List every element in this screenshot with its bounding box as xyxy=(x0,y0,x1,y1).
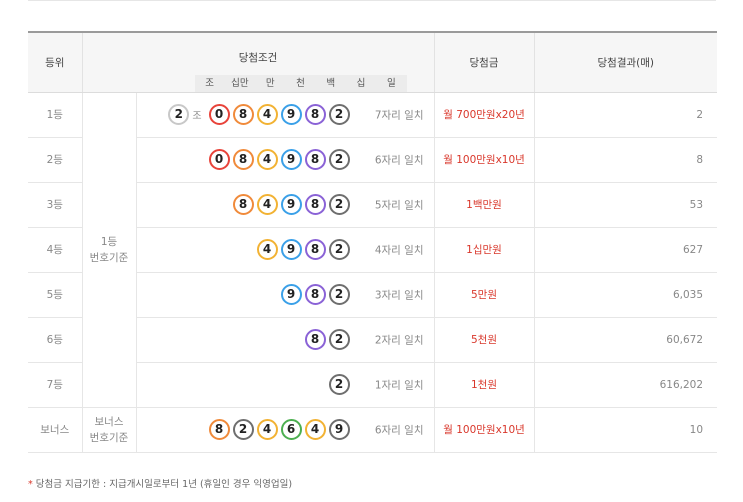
prize-cell: 월 700만원x20년 xyxy=(434,92,535,138)
match-label: 6자리 일치 xyxy=(374,424,424,436)
digit-label: 백 xyxy=(326,78,336,89)
number-ball: 4 xyxy=(256,239,278,260)
number-ball: 4 xyxy=(256,149,278,170)
match-label: 6자리 일치 xyxy=(374,154,424,166)
prize-cell: 5만원 xyxy=(434,272,535,318)
number-ball: 9 xyxy=(328,419,350,440)
header-rank: 등위 xyxy=(28,32,83,93)
number-ball: 2 xyxy=(328,329,350,350)
winner-count-cell: 2 xyxy=(534,92,718,138)
match-label: 1자리 일치 xyxy=(374,379,424,391)
number-ball: 2 xyxy=(328,374,350,395)
number-ball: 8 xyxy=(304,284,326,305)
winner-count-cell: 6,035 xyxy=(534,272,718,318)
rank-cell: 4등 xyxy=(28,227,83,273)
number-ball: 4 xyxy=(256,419,278,440)
winning-numbers-cell: 8 4 9 8 2 5자리 일치 xyxy=(136,182,435,228)
header-result: 당첨결과(매) xyxy=(534,32,718,93)
rank-cell: 5등 xyxy=(28,272,83,318)
top-divider xyxy=(28,0,716,1)
table-body: 1등 1등 번호기준 2 조 0 8 4 9 8 2 7자리 일치 월 700만원x20년 2 2등 0 8 4 9… xyxy=(28,92,718,453)
number-ball: 8 xyxy=(304,329,326,350)
winner-count-cell: 53 xyxy=(534,182,718,228)
digit-position-header: 조 십만 만 천 백 십 일 xyxy=(194,75,407,92)
header-condition-label: 당첨조건 xyxy=(238,51,278,64)
table-row: 보너스 보너스 번호기준 8 2 4 6 4 9 6자리 일치 월 100만원x10년 10 xyxy=(28,407,718,453)
match-label: 5자리 일치 xyxy=(374,199,424,211)
number-ball: 2 xyxy=(328,239,350,260)
number-ball: 2 xyxy=(328,284,350,305)
header-condition: 당첨조건 조 십만 만 천 백 십 일 xyxy=(82,32,435,93)
jo-label: 조 xyxy=(192,111,202,122)
match-label: 3자리 일치 xyxy=(374,289,424,301)
digit-label: 십 xyxy=(356,78,366,89)
prize-cell: 월 100만원x10년 xyxy=(434,407,535,453)
match-label: 2자리 일치 xyxy=(374,334,424,346)
winning-numbers-cell: 8 2 4 6 4 9 6자리 일치 xyxy=(136,407,435,453)
number-ball: 2 xyxy=(328,104,350,125)
number-ball: 4 xyxy=(304,419,326,440)
digit-label: 일 xyxy=(386,78,396,89)
winner-count-cell: 60,672 xyxy=(534,317,718,363)
winner-count-cell: 10 xyxy=(534,407,718,453)
prize-table: 등위 당첨조건 조 십만 만 천 백 십 일 당첨금 당첨결과(매) 1등 1등… xyxy=(28,31,718,453)
number-ball: 9 xyxy=(280,104,302,125)
number-ball: 8 xyxy=(232,194,254,215)
number-ball: 2 xyxy=(328,149,350,170)
digit-label: 천 xyxy=(296,78,305,89)
number-ball: 8 xyxy=(208,419,230,440)
number-ball: 9 xyxy=(280,284,302,305)
number-ball: 8 xyxy=(304,149,326,170)
number-ball: 8 xyxy=(304,239,326,260)
match-label: 7자리 일치 xyxy=(374,109,424,121)
rank-cell: 6등 xyxy=(28,317,83,363)
number-ball: 9 xyxy=(280,239,302,260)
winner-count-cell: 616,202 xyxy=(534,362,718,408)
rank-cell: 3등 xyxy=(28,182,83,228)
digit-label: 조 xyxy=(205,78,215,89)
winning-numbers-cell: 8 2 2자리 일치 xyxy=(136,317,435,363)
prize-cell: 1백만원 xyxy=(434,182,535,228)
winner-count-cell: 627 xyxy=(534,227,718,273)
note-text: 당첨금 지급기한 : 지급개시일로부터 1년 (휴일인 경우 익영업일) xyxy=(32,479,293,490)
basis-cell: 1등 번호기준 xyxy=(82,92,137,408)
number-ball: 9 xyxy=(280,194,302,215)
number-ball: 2 xyxy=(328,194,350,215)
number-ball: 4 xyxy=(256,104,278,125)
rank-cell: 2등 xyxy=(28,137,83,183)
number-ball: 8 xyxy=(304,194,326,215)
table-row: 1등 1등 번호기준 2 조 0 8 4 9 8 2 7자리 일치 월 700만원x20년 2 xyxy=(28,92,718,408)
number-ball: 9 xyxy=(280,149,302,170)
prize-cell: 1천원 xyxy=(434,362,535,408)
prize-cell: 5천원 xyxy=(434,317,535,363)
winning-numbers-cell: 2 조 0 8 4 9 8 2 7자리 일치 xyxy=(136,92,435,138)
number-ball: 2 xyxy=(232,419,254,440)
prize-cell: 1십만원 xyxy=(434,227,535,273)
number-ball: 8 xyxy=(232,149,254,170)
digit-label: 만 xyxy=(265,78,275,89)
rank-cell: 보너스 xyxy=(28,407,83,453)
number-ball: 6 xyxy=(280,419,302,440)
number-ball: 0 xyxy=(208,149,230,170)
table-header-row: 등위 당첨조건 조 십만 만 천 백 십 일 당첨금 당첨결과(매) xyxy=(28,32,718,93)
digit-label: 십만 xyxy=(231,78,249,89)
rank-cell: 1등 xyxy=(28,92,83,138)
prize-cell: 월 100만원x10년 xyxy=(434,137,535,183)
match-label: 4자리 일치 xyxy=(374,244,424,256)
header-prize: 당첨금 xyxy=(434,32,535,93)
winning-numbers-cell: 9 8 2 3자리 일치 xyxy=(136,272,435,318)
winning-numbers-cell: 0 8 4 9 8 2 6자리 일치 xyxy=(136,137,435,183)
prize-table-wrapper: 등위 당첨조건 조 십만 만 천 백 십 일 당첨금 당첨결과(매) 1등 1등… xyxy=(28,31,718,453)
winning-numbers-cell: 4 9 8 2 4자리 일치 xyxy=(136,227,435,273)
winner-count-cell: 8 xyxy=(534,137,718,183)
payment-deadline-note: * 당첨금 지급기한 : 지급개시일로부터 1년 (휴일인 경우 익영업일) xyxy=(28,476,292,490)
basis-cell: 보너스 번호기준 xyxy=(82,407,137,453)
number-ball: 2 xyxy=(168,104,190,125)
winning-numbers-cell: 2 1자리 일치 xyxy=(136,362,435,408)
number-ball: 8 xyxy=(304,104,326,125)
number-ball: 0 xyxy=(208,104,230,125)
number-ball: 4 xyxy=(256,194,278,215)
rank-cell: 7등 xyxy=(28,362,83,408)
number-ball: 8 xyxy=(232,104,254,125)
